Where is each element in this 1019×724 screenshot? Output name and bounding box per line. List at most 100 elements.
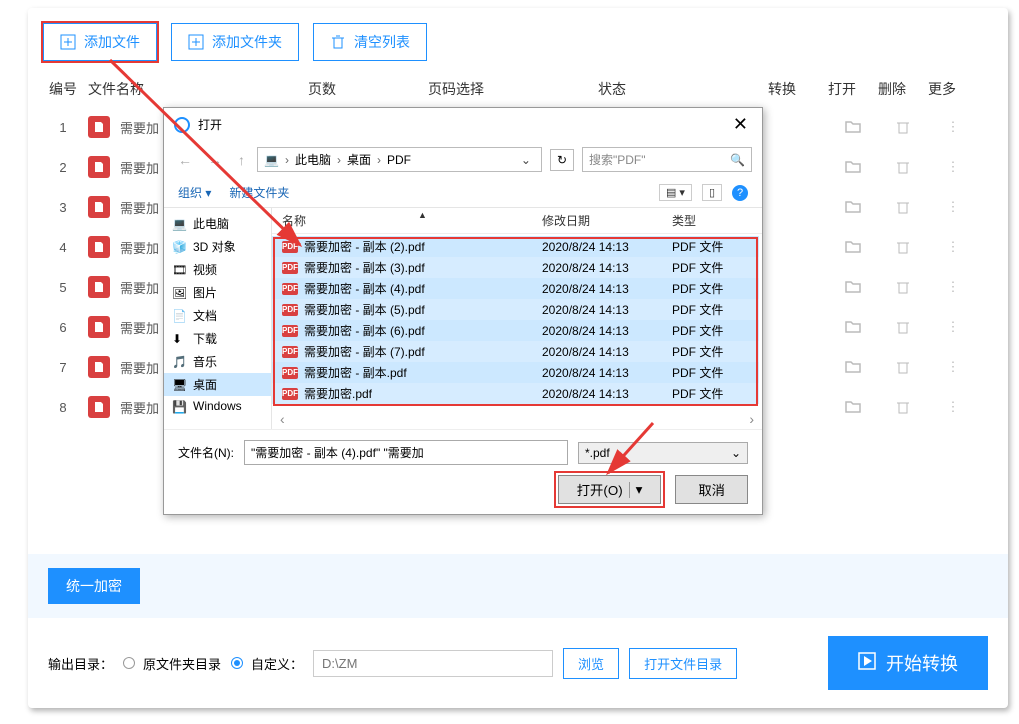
trash-icon: [330, 34, 346, 50]
pdf-icon: PDF: [282, 388, 298, 400]
sidebar-item[interactable]: 📄文档: [164, 304, 271, 327]
more-icon[interactable]: ⋮: [928, 319, 978, 335]
open-folder-icon[interactable]: [828, 118, 878, 136]
filename-input[interactable]: "需要加密 - 副本 (4).pdf" "需要加: [244, 440, 568, 465]
open-folder-icon[interactable]: [828, 398, 878, 416]
open-folder-icon[interactable]: [828, 158, 878, 176]
col-index: 编号: [38, 79, 88, 99]
refresh-icon[interactable]: ↻: [550, 149, 574, 171]
open-folder-icon[interactable]: [828, 278, 878, 296]
col-page-select: 页码选择: [428, 79, 598, 99]
file-list-row[interactable]: PDF需要加密 - 副本 (5).pdf2020/8/24 14:13PDF 文…: [272, 299, 759, 320]
plus-file-icon: [60, 34, 76, 50]
pdf-icon: PDF: [282, 367, 298, 379]
pdf-icon: [88, 316, 110, 338]
sidebar-item[interactable]: 🖥桌面: [164, 373, 271, 396]
sidebar-item[interactable]: ⬇下载: [164, 327, 271, 350]
nav-up-icon[interactable]: ↑: [234, 152, 249, 168]
file-list-row[interactable]: PDF需要加密 - 副本 (7).pdf2020/8/24 14:13PDF 文…: [272, 341, 759, 362]
delete-icon[interactable]: [878, 319, 928, 335]
row-index: 1: [38, 120, 88, 135]
filetype-select[interactable]: *.pdf⌄: [578, 442, 748, 464]
delete-icon[interactable]: [878, 399, 928, 415]
search-icon: 🔍: [730, 153, 745, 167]
col-convert: 转换: [768, 79, 828, 99]
view-mode-button[interactable]: ▤ ▾: [659, 184, 692, 201]
help-icon[interactable]: ?: [732, 185, 748, 201]
file-list-row[interactable]: PDF需要加密 - 副本.pdf2020/8/24 14:13PDF 文件: [272, 362, 759, 383]
nav-forward-icon[interactable]: →: [204, 152, 226, 168]
organize-menu[interactable]: 组织 ▾: [178, 184, 211, 201]
browse-button[interactable]: 浏览: [563, 648, 619, 679]
start-convert-button[interactable]: 开始转换: [828, 636, 988, 690]
open-folder-icon[interactable]: [828, 318, 878, 336]
unified-encrypt-button[interactable]: 统一加密: [48, 568, 140, 604]
open-folder-icon[interactable]: [828, 198, 878, 216]
delete-icon[interactable]: [878, 279, 928, 295]
fl-col-name[interactable]: 名称: [282, 212, 542, 229]
file-list-row[interactable]: PDF需要加密 - 副本 (2).pdf2020/8/24 14:13PDF 文…: [272, 236, 759, 257]
row-index: 4: [38, 240, 88, 255]
more-icon[interactable]: ⋮: [928, 359, 978, 375]
radio-icon: [123, 657, 135, 669]
delete-icon[interactable]: [878, 359, 928, 375]
new-folder-button[interactable]: 新建文件夹: [229, 184, 289, 201]
sidebar-item[interactable]: 💻此电脑: [164, 212, 271, 235]
pdf-icon: [88, 276, 110, 298]
sidebar-item[interactable]: 💾Windows: [164, 396, 271, 416]
open-button[interactable]: 打开(O)▾: [558, 475, 662, 504]
filename-label: 文件名(N):: [178, 444, 234, 461]
more-icon[interactable]: ⋮: [928, 199, 978, 215]
sidebar-item[interactable]: 🎞视频: [164, 258, 271, 281]
file-list-row[interactable]: PDF需要加密 - 副本 (4).pdf2020/8/24 14:13PDF 文…: [272, 278, 759, 299]
clear-list-button[interactable]: 清空列表: [313, 23, 427, 61]
row-index: 3: [38, 200, 88, 215]
horizontal-scrollbar[interactable]: ‹›: [272, 409, 762, 429]
more-icon[interactable]: ⋮: [928, 159, 978, 175]
add-folder-button[interactable]: 添加文件夹: [171, 23, 299, 61]
file-list-row[interactable]: PDF需要加密 - 副本 (6).pdf2020/8/24 14:13PDF 文…: [272, 320, 759, 341]
chevron-down-icon[interactable]: ⌄: [517, 153, 535, 167]
col-status: 状态: [598, 79, 768, 99]
radio-original-dir[interactable]: 原文件夹目录: [123, 654, 221, 673]
open-folder-icon[interactable]: [828, 358, 878, 376]
open-output-dir-button[interactable]: 打开文件目录: [629, 648, 737, 679]
dialog-title: 打开: [198, 116, 222, 133]
delete-icon[interactable]: [878, 239, 928, 255]
more-icon[interactable]: ⋮: [928, 279, 978, 295]
sidebar-item[interactable]: 🖼图片: [164, 281, 271, 304]
sidebar-item[interactable]: 🧊3D 对象: [164, 235, 271, 258]
nav-back-icon[interactable]: ←: [174, 152, 196, 168]
sort-asc-icon: ▲: [418, 210, 427, 220]
search-input[interactable]: 搜索"PDF" 🔍: [582, 147, 752, 172]
fl-col-date[interactable]: 修改日期: [542, 212, 672, 229]
pdf-icon: PDF: [282, 241, 298, 253]
more-icon[interactable]: ⋮: [928, 119, 978, 135]
close-icon[interactable]: ✕: [729, 114, 752, 135]
delete-icon[interactable]: [878, 119, 928, 135]
delete-icon[interactable]: [878, 199, 928, 215]
fl-col-type[interactable]: 类型: [672, 212, 742, 229]
app-icon: [174, 117, 190, 133]
row-index: 8: [38, 400, 88, 415]
row-index: 7: [38, 360, 88, 375]
add-file-button[interactable]: 添加文件: [43, 23, 157, 61]
breadcrumb[interactable]: 💻 › 此电脑 › 桌面 › PDF ⌄: [257, 147, 542, 172]
row-index: 5: [38, 280, 88, 295]
more-icon[interactable]: ⋮: [928, 239, 978, 255]
add-file-label: 添加文件: [84, 32, 140, 52]
file-list-row[interactable]: PDF需要加密.pdf2020/8/24 14:13PDF 文件: [272, 383, 759, 404]
radio-icon: [231, 657, 243, 669]
file-list-row[interactable]: PDF需要加密 - 副本 (3).pdf2020/8/24 14:13PDF 文…: [272, 257, 759, 278]
cancel-button[interactable]: 取消: [675, 475, 748, 504]
open-folder-icon[interactable]: [828, 238, 878, 256]
radio-custom-dir[interactable]: 自定义：: [231, 654, 303, 673]
preview-pane-button[interactable]: ▯: [702, 184, 722, 201]
more-icon[interactable]: ⋮: [928, 399, 978, 415]
delete-icon[interactable]: [878, 159, 928, 175]
output-path-input[interactable]: [313, 650, 553, 677]
folder-icon: 🧊: [172, 240, 187, 253]
sidebar-item[interactable]: 🎵音乐: [164, 350, 271, 373]
col-open: 打开: [828, 79, 878, 99]
pdf-icon: [88, 356, 110, 378]
